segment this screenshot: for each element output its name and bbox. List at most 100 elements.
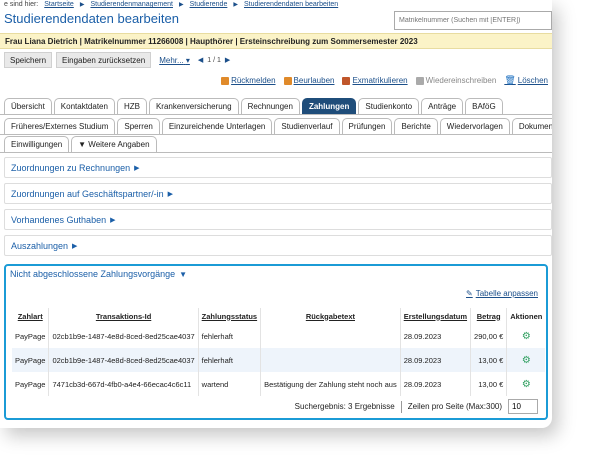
breadcrumb-startseite[interactable]: Startseite bbox=[44, 1, 74, 8]
cell-transaktions-id: 02cb1b9e-1487-4e8d-8ced-8ed25cae4037 bbox=[48, 324, 199, 348]
section-zuordnungen-rechnungen[interactable]: Zuordnungen zu Rechnungen ▶ bbox=[4, 157, 552, 178]
section-label: Nicht abgeschlossene Zahlungsvorgänge bbox=[10, 269, 176, 279]
tab-weitere-angaben[interactable]: ▼ Weitere Angaben bbox=[71, 136, 157, 152]
tab-einzureichende-unterlagen[interactable]: Einzureichende Unterlagen bbox=[161, 118, 273, 134]
tab-hzb[interactable]: HZB bbox=[116, 98, 147, 114]
student-info-bar: Frau Liana Dietrich | Matrikelnummer 112… bbox=[0, 33, 552, 49]
section-offene-zahlungsvorgaenge: Nicht abgeschlossene Zahlungsvorgänge ▼ … bbox=[4, 264, 548, 420]
cell-rueckgabetext: Bestätigung der Zahlung steht noch aus bbox=[260, 372, 401, 396]
section-label: Auszahlungen bbox=[11, 240, 69, 251]
tab-studienkonto[interactable]: Studienkonto bbox=[358, 98, 420, 114]
beurlauben-icon bbox=[283, 76, 292, 85]
payment-details-icon[interactable]: ⚙ bbox=[522, 379, 531, 390]
beurlauben-action[interactable]: Beurlauben bbox=[283, 76, 335, 85]
per-page-input[interactable] bbox=[508, 399, 538, 414]
tab-antraege[interactable]: Anträge bbox=[421, 98, 464, 114]
wiedereinschreiben-icon bbox=[415, 76, 424, 85]
payments-table: Zahlart Transaktions-Id Zahlungsstatus R… bbox=[12, 308, 546, 396]
payment-details-icon[interactable]: ⚙ bbox=[522, 355, 531, 366]
cell-aktionen: ⚙ bbox=[506, 348, 546, 372]
section-vorhandenes-guthaben[interactable]: Vorhandenes Guthaben ▶ bbox=[4, 209, 552, 230]
toolbar: Speichern Eingaben zurücksetzen Mehr... … bbox=[4, 52, 230, 68]
reset-button[interactable]: Eingaben zurücksetzen bbox=[56, 52, 152, 68]
divider bbox=[400, 400, 402, 413]
breadcrumb-prefix: e sind hier: bbox=[4, 1, 39, 8]
cell-rueckgabetext bbox=[260, 324, 401, 348]
pager-text: 1 / 1 bbox=[207, 56, 221, 64]
save-button[interactable]: Speichern bbox=[4, 52, 53, 68]
col-transaktions-id[interactable]: Transaktions-Id bbox=[48, 308, 199, 324]
chevron-right-icon: ▶ bbox=[178, 2, 184, 8]
cell-betrag: 13,00 € bbox=[470, 372, 508, 396]
section-header[interactable]: Nicht abgeschlossene Zahlungsvorgänge ▼ bbox=[10, 269, 187, 279]
col-zahlart[interactable]: Zahlart bbox=[12, 308, 50, 324]
col-erstellungsdatum[interactable]: Erstellungsdatum bbox=[400, 308, 472, 324]
trash-icon: 🗑 bbox=[504, 75, 516, 85]
next-arrow-icon[interactable]: ▶ bbox=[225, 56, 230, 64]
tab-wiedervorlagen[interactable]: Wiedervorlagen bbox=[439, 118, 510, 134]
section-auszahlungen[interactable]: Auszahlungen ▶ bbox=[4, 235, 552, 256]
page-title: Studierendendaten bearbeiten bbox=[4, 11, 179, 26]
more-menu[interactable]: Mehr... ▾ bbox=[159, 56, 190, 65]
exmatrikulieren-icon bbox=[342, 76, 351, 85]
breadcrumb-studierende[interactable]: Studierende bbox=[190, 1, 228, 8]
table-row: PayPage 7471cb3d-667d-4fb0-a4e4-66ecac4c… bbox=[12, 372, 545, 396]
tab-rechnungen[interactable]: Rechnungen bbox=[240, 98, 300, 114]
tab-uebersicht[interactable]: Übersicht bbox=[4, 98, 52, 114]
chevron-down-icon: ▾ bbox=[185, 55, 190, 65]
tab-berichte[interactable]: Berichte bbox=[394, 118, 438, 134]
chevron-right-icon: ▶ bbox=[134, 164, 140, 172]
cell-datum: 28.09.2023 bbox=[400, 348, 472, 372]
col-rueckgabetext[interactable]: Rückgabetext bbox=[260, 308, 401, 324]
tab-dokumente[interactable]: Dokumente bbox=[511, 118, 552, 134]
section-zuordnungen-geschaeftspartner[interactable]: Zuordnungen auf Geschäftspartner/-in ▶ bbox=[4, 183, 552, 204]
col-aktionen: Aktionen bbox=[510, 311, 543, 321]
breadcrumb-studierendenmanagement[interactable]: Studierendenmanagement bbox=[90, 1, 173, 8]
chevron-right-icon: ▶ bbox=[79, 2, 85, 8]
section-label: Zuordnungen auf Geschäftspartner/-in bbox=[11, 188, 164, 199]
chevron-right-icon: ▶ bbox=[167, 190, 173, 198]
adjust-table-link[interactable]: ✎ Tabelle anpassen bbox=[466, 289, 538, 298]
tab-studienverlauf[interactable]: Studienverlauf bbox=[274, 118, 340, 134]
section-label: Vorhandenes Guthaben bbox=[11, 214, 107, 225]
tab-sperren[interactable]: Sperren bbox=[117, 118, 160, 134]
result-count: Suchergebnis: 3 Ergebnisse bbox=[294, 402, 395, 411]
tab-einwilligungen[interactable]: Einwilligungen bbox=[4, 136, 70, 152]
wiedereinschreiben-action[interactable]: Wiedereinschreiben bbox=[415, 76, 497, 85]
cell-status: fehlerhaft bbox=[198, 324, 262, 348]
breadcrumb-current[interactable]: Studierendendaten bearbeiten bbox=[244, 1, 338, 8]
tabs-row-2: Früheres/Externes Studium Sperren Einzur… bbox=[4, 118, 552, 134]
cell-datum: 28.09.2023 bbox=[400, 324, 472, 348]
cell-betrag: 290,00 € bbox=[470, 324, 508, 348]
exmatrikulieren-action[interactable]: Exmatrikulieren bbox=[342, 76, 408, 85]
cell-transaktions-id: 02cb1b9e-1487-4e8d-8ced-8ed25cae4037 bbox=[48, 348, 199, 372]
cell-zahlart: PayPage bbox=[12, 348, 50, 372]
search-input[interactable] bbox=[394, 11, 552, 30]
payment-details-icon[interactable]: ⚙ bbox=[522, 331, 531, 342]
tab-kontaktdaten[interactable]: Kontaktdaten bbox=[53, 98, 115, 114]
cell-status: fehlerhaft bbox=[198, 348, 262, 372]
tab-zahlungen[interactable]: Zahlungen bbox=[301, 98, 357, 114]
cell-datum: 28.09.2023 bbox=[400, 372, 472, 396]
rueckmelden-label: Rückmelden bbox=[231, 76, 276, 85]
cell-zahlart: PayPage bbox=[12, 324, 50, 348]
pencil-icon: ✎ bbox=[466, 289, 473, 298]
tab-frueheres-studium[interactable]: Früheres/Externes Studium bbox=[4, 118, 116, 134]
wiedereinschreiben-label: Wiedereinschreiben bbox=[425, 76, 497, 85]
more-label: Mehr... bbox=[159, 55, 184, 65]
beurlauben-label: Beurlauben bbox=[293, 76, 335, 85]
tab-krankenversicherung[interactable]: Krankenversicherung bbox=[148, 98, 239, 114]
tab-pruefungen[interactable]: Prüfungen bbox=[341, 118, 393, 134]
chevron-right-icon: ▶ bbox=[110, 216, 116, 224]
rueckmelden-action[interactable]: Rückmelden bbox=[221, 76, 276, 85]
table-row: PayPage 02cb1b9e-1487-4e8d-8ced-8ed25cae… bbox=[12, 348, 546, 372]
prev-arrow-icon[interactable]: ◀ bbox=[198, 56, 203, 64]
breadcrumb: e sind hier: Startseite ▶ Studierendenma… bbox=[4, 1, 338, 8]
tab-bafoeg[interactable]: BAföG bbox=[465, 98, 503, 114]
loeschen-action[interactable]: 🗑 Löschen bbox=[504, 75, 548, 86]
cell-rueckgabetext bbox=[260, 348, 401, 372]
tabs-row-1: Übersicht Kontaktdaten HZB Krankenversic… bbox=[4, 98, 503, 114]
col-zahlungsstatus[interactable]: Zahlungsstatus bbox=[198, 308, 262, 324]
col-betrag[interactable]: Betrag bbox=[470, 308, 508, 324]
app-window: e sind hier: Startseite ▶ Studierendenma… bbox=[0, 0, 552, 428]
